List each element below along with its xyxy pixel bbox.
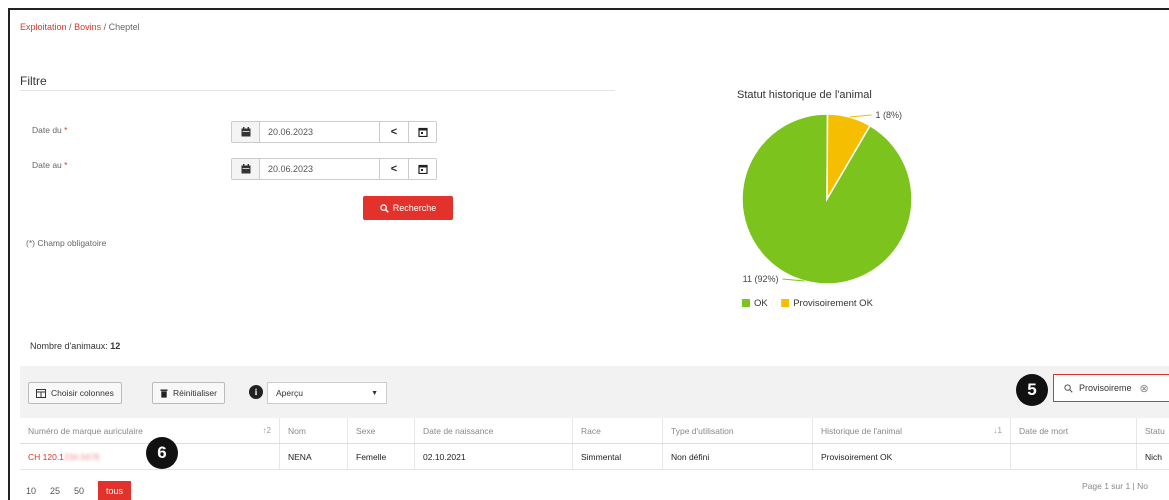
- view-select-value: Aperçu: [276, 388, 303, 398]
- required-mark: *: [64, 160, 68, 170]
- pie-leader-line-1: [849, 114, 872, 118]
- ear-tag-prefix[interactable]: CH 120.1: [28, 452, 64, 462]
- animal-count-label: Nombre d'animaux:: [30, 341, 108, 351]
- calendar-icon[interactable]: [232, 159, 260, 179]
- clear-search-icon[interactable]: ⊗: [1140, 382, 1149, 395]
- date-to-input[interactable]: 20.06.2023: [260, 159, 380, 179]
- col-race[interactable]: Race: [573, 418, 663, 443]
- filter-title: Filtre: [20, 74, 47, 88]
- sort-desc-icon: ↓1: [993, 426, 1002, 435]
- page-size-all[interactable]: tous: [98, 481, 132, 500]
- page-size-50[interactable]: 50: [74, 486, 84, 496]
- col-history[interactable]: Historique de l'animal ↓1: [813, 418, 1011, 443]
- animal-count-value: 12: [110, 341, 121, 351]
- ear-tag-redacted: 234.5678: [63, 451, 100, 462]
- date-from-label: Date du *: [32, 125, 67, 135]
- col-ear-tag[interactable]: Numéro de marque auriculaire ↑2: [20, 418, 280, 443]
- animal-count: Nombre d'animaux: 12: [30, 341, 120, 351]
- date-to-group: 20.06.2023 <: [231, 158, 437, 180]
- required-mark: *: [64, 125, 68, 135]
- view-select[interactable]: Aperçu ▼: [267, 382, 387, 404]
- date-from-input[interactable]: 20.06.2023: [260, 122, 380, 142]
- breadcrumb-separator: /: [69, 22, 72, 32]
- filter-divider: [20, 90, 615, 91]
- pie-chart: 11 (92%) 1 (8%) OK Provisoirement OK: [741, 110, 913, 309]
- legend-label-1[interactable]: Provisoirement OK: [793, 298, 873, 309]
- page-size-selector: 10 25 50 tous: [26, 481, 132, 500]
- reset-button[interactable]: Réinitialiser: [152, 382, 225, 404]
- search-button-label: Recherche: [392, 203, 437, 213]
- app-frame: Exploitation / Bovins / Cheptel Filtre D…: [8, 8, 1169, 500]
- calendar-picker-icon: [417, 164, 428, 174]
- col-status[interactable]: Statu: [1137, 418, 1169, 443]
- page-info: Page 1 sur 1 | No: [1082, 481, 1148, 491]
- callout-6-badge: 6: [146, 437, 178, 469]
- breadcrumb-separator: /: [103, 22, 107, 32]
- date-to-label-text: Date au: [32, 160, 62, 170]
- date-from-label-text: Date du: [32, 125, 62, 135]
- pie-data-label-1: 1 (8%): [876, 110, 903, 120]
- legend-swatch-0: [742, 299, 750, 307]
- search-icon: [379, 203, 389, 213]
- choose-columns-label: Choisir colonnes: [51, 388, 114, 398]
- columns-icon: [36, 388, 46, 398]
- sort-asc-icon: ↑2: [262, 426, 271, 435]
- cell-death-date: [1011, 444, 1137, 469]
- date-to-picker-button[interactable]: [408, 159, 436, 179]
- col-history-label: Historique de l'animal: [821, 425, 902, 436]
- cell-name: NENA: [280, 444, 348, 469]
- date-to-prev-button[interactable]: <: [380, 159, 408, 179]
- date-to-label: Date au *: [32, 160, 67, 170]
- table-header: Numéro de marque auriculaire ↑2 Nom Sexe…: [20, 418, 1169, 444]
- cell-usage-type: Non défini: [663, 444, 813, 469]
- col-ear-tag-label: Numéro de marque auriculaire: [28, 425, 143, 436]
- info-icon[interactable]: i: [249, 385, 263, 399]
- trash-icon: [160, 389, 168, 398]
- col-sex[interactable]: Sexe: [348, 418, 415, 443]
- calendar-picker-icon: [417, 127, 428, 137]
- cell-history: Provisoirement OK: [813, 444, 1011, 469]
- date-from-group: 20.06.2023 <: [231, 121, 437, 143]
- callout-5-badge: 5: [1016, 374, 1048, 406]
- page-size-25[interactable]: 25: [50, 486, 60, 496]
- breadcrumb-cheptel: Cheptel: [108, 22, 140, 32]
- table-search-input[interactable]: Provisoireme ⊗: [1053, 374, 1169, 402]
- table-search-value: Provisoireme: [1079, 383, 1132, 393]
- page-size-10[interactable]: 10: [26, 486, 36, 496]
- breadcrumb-bovins[interactable]: Bovins: [74, 22, 101, 32]
- required-note: (*) Champ obligatoire: [26, 238, 107, 248]
- col-birth-date[interactable]: Date de naissance: [415, 418, 573, 443]
- pie-data-label-0: 11 (92%): [743, 274, 779, 284]
- cell-sex: Femelle: [348, 444, 415, 469]
- search-icon: [1064, 383, 1073, 393]
- date-from-picker-button[interactable]: [408, 122, 436, 142]
- cell-birth-date: 02.10.2021: [415, 444, 573, 469]
- date-from-prev-button[interactable]: <: [380, 122, 408, 142]
- calendar-icon[interactable]: [232, 122, 260, 142]
- search-button[interactable]: Recherche: [363, 196, 453, 220]
- legend-label-0[interactable]: OK: [754, 298, 768, 309]
- table-row[interactable]: CH 120.1 234.5678 NENA Femelle 02.10.202…: [20, 444, 1169, 470]
- col-death-date[interactable]: Date de mort: [1011, 418, 1137, 443]
- col-name[interactable]: Nom: [280, 418, 348, 443]
- legend-swatch-1: [781, 299, 790, 307]
- choose-columns-button[interactable]: Choisir colonnes: [28, 382, 122, 404]
- breadcrumb-exploitation[interactable]: Exploitation: [20, 22, 67, 32]
- col-usage-type[interactable]: Type d'utilisation: [663, 418, 813, 443]
- cell-status: Nich: [1145, 451, 1163, 462]
- cell-race: Simmental: [573, 444, 663, 469]
- reset-label: Réinitialiser: [173, 388, 217, 398]
- breadcrumb: Exploitation / Bovins / Cheptel: [20, 22, 140, 32]
- dropdown-caret-icon: ▼: [371, 389, 378, 397]
